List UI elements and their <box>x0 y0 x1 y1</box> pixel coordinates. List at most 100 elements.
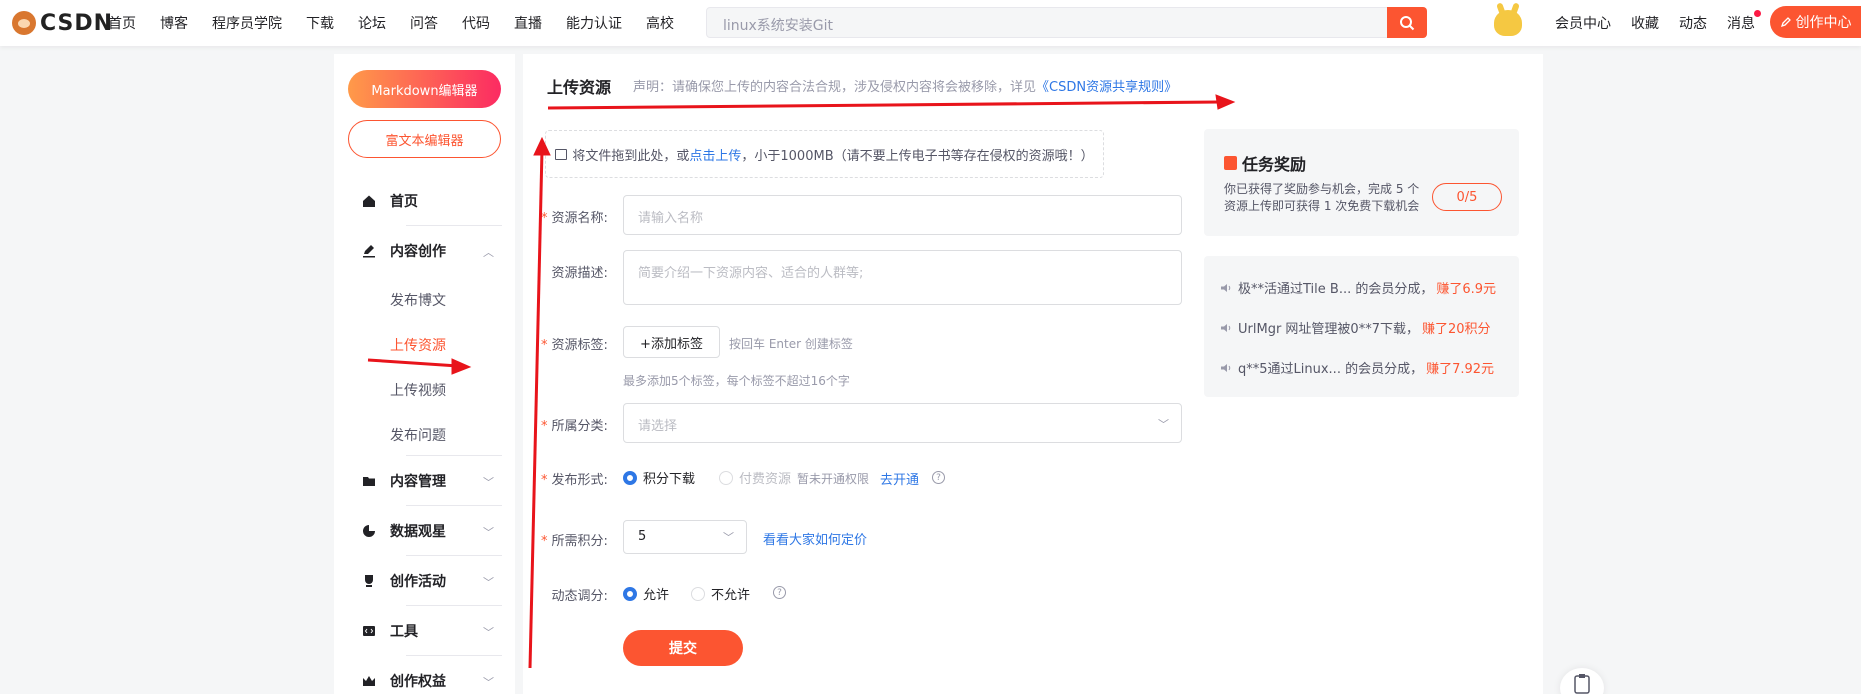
upload-icon <box>555 148 568 160</box>
nav-download[interactable]: 下载 <box>306 13 334 33</box>
nav-qa[interactable]: 问答 <box>410 13 438 33</box>
chevron-down-icon: ﹀ <box>483 676 494 689</box>
sidebar-item-content-manage[interactable]: 内容管理 ﹀ <box>362 461 502 501</box>
brand-text: CSDN <box>40 10 114 36</box>
divider <box>406 655 502 656</box>
list-item[interactable]: 极**活通过Tile B... 的会员分成， 赚了6.9元 <box>1220 278 1496 297</box>
nav-code[interactable]: 代码 <box>462 13 490 33</box>
search-icon <box>1400 15 1415 30</box>
sidebar-sub-publish-question[interactable]: 发布问题 <box>390 425 446 445</box>
avatar[interactable] <box>1494 10 1522 36</box>
radio-checked-icon <box>623 470 637 485</box>
dropzone-suffix: ，小于1000MB（请不要上传电子书等存在侵权的资源哦！） <box>741 148 1094 164</box>
sidebar-item-data-overview[interactable]: 数据观星 ﹀ <box>362 511 502 551</box>
sidebar-item-home[interactable]: 首页 <box>362 181 502 221</box>
trophy-icon <box>365 575 373 587</box>
list-item[interactable]: q**5通过Linux... 的会员分成， 赚了7.92元 <box>1220 358 1494 377</box>
nav-academy[interactable]: 程序员学院 <box>212 13 282 33</box>
points-select[interactable]: 5 ﹀ <box>623 520 747 554</box>
sidebar-item-label: 数据观星 <box>390 524 446 540</box>
dynamic-disallow-radio[interactable]: 不允许 <box>691 584 750 603</box>
nav-college[interactable]: 高校 <box>646 13 674 33</box>
activate-link[interactable]: 去开通 <box>880 469 919 488</box>
divider <box>406 555 502 556</box>
home-icon <box>363 195 375 207</box>
nav-home[interactable]: 首页 <box>108 13 136 33</box>
user-tools: 会员中心 收藏 动态 消息 <box>1555 0 1775 46</box>
code-icon <box>363 626 375 636</box>
gift-icon <box>1224 156 1237 170</box>
notice-prefix: 声明：请确保您上传的内容合法合规，涉及侵权内容将会被移除，详见 <box>633 80 1037 95</box>
sidebar-item-create-activity[interactable]: 创作活动 ﹀ <box>362 561 502 601</box>
dropzone-prefix: 将文件拖到此处，或 <box>572 148 690 164</box>
notification-dot <box>1754 10 1761 17</box>
chevron-down-icon: ﹀ <box>1158 418 1169 431</box>
activity-link[interactable]: 动态 <box>1679 13 1707 33</box>
task-desc: 你已获得了奖励参与机会，完成 5 个资源上传即可获得 1 次免费下载机会 <box>1224 182 1420 213</box>
search-button[interactable] <box>1387 7 1427 38</box>
submit-button[interactable]: 提交 <box>623 630 743 666</box>
divider <box>406 225 502 226</box>
sidebar-item-rights[interactable]: 创作权益 ﹀ <box>362 661 502 694</box>
dynamic-allow-radio[interactable]: 允许 <box>623 584 669 603</box>
chevron-down-icon: ﹀ <box>483 476 494 489</box>
radio-icon <box>691 586 705 601</box>
nav-live[interactable]: 直播 <box>514 13 542 33</box>
publish-note: 暂未开通权限 <box>797 472 870 486</box>
task-progress-badge[interactable]: 0/5 <box>1432 183 1502 211</box>
name-placeholder: 请输入名称 <box>638 211 704 226</box>
markdown-editor-button[interactable]: Markdown编辑器 <box>348 70 501 108</box>
create-center-label: 创作中心 <box>1795 15 1852 31</box>
divider <box>406 505 502 506</box>
sidebar-sub-upload-video[interactable]: 上传视频 <box>390 380 446 400</box>
nav-forum[interactable]: 论坛 <box>358 13 386 33</box>
speaker-icon <box>1221 323 1231 332</box>
publish-points-radio[interactable]: 积分下载 <box>623 468 695 487</box>
pricing-link[interactable]: 看看大家如何定价 <box>763 529 867 548</box>
category-label: * 所属分类: <box>541 419 608 434</box>
member-center-link[interactable]: 会员中心 <box>1555 13 1611 33</box>
sidebar-item-label: 工具 <box>390 624 418 640</box>
file-dropzone[interactable]: 将文件拖到此处，或 点击上传 ，小于1000MB（请不要上传电子书等存在侵权的资源哦… <box>545 130 1104 178</box>
search-input[interactable]: linux系统安装Git <box>706 7 1394 38</box>
radio-icon <box>719 470 733 485</box>
help-icon[interactable]: ? <box>773 586 786 599</box>
csdn-logo[interactable]: CSDN <box>12 10 113 36</box>
nav-blog[interactable]: 博客 <box>160 13 188 33</box>
favorites-link[interactable]: 收藏 <box>1631 13 1659 33</box>
sidebar-item-content-create[interactable]: 内容创作 ︿ <box>362 231 502 271</box>
messages-link[interactable]: 消息 <box>1727 10 1761 33</box>
speaker-icon <box>1221 363 1231 372</box>
resource-desc-textarea[interactable]: 简要介绍一下资源内容、适合的人群等; <box>623 250 1182 305</box>
create-center-button[interactable]: 创作中心 <box>1770 6 1861 38</box>
sidebar-item-tools[interactable]: 工具 ﹀ <box>362 611 502 651</box>
resource-name-input[interactable]: 请输入名称 <box>623 195 1182 235</box>
divider <box>406 455 502 456</box>
sidebar-sub-upload-resource[interactable]: 上传资源 <box>390 335 446 355</box>
category-select[interactable]: 请选择 ﹀ <box>623 403 1182 443</box>
list-item[interactable]: UrlMgr 网址管理被0**7下载， 赚了20积分 <box>1220 318 1491 337</box>
nav-certification[interactable]: 能力认证 <box>566 13 622 33</box>
click-upload-link[interactable]: 点击上传 <box>689 145 741 164</box>
sidebar-item-label: 创作活动 <box>390 574 446 590</box>
name-label: * 资源名称: <box>541 211 608 226</box>
pen-icon <box>1780 17 1791 28</box>
share-rules-link[interactable]: 《CSDN资源共享规则》 <box>1036 80 1177 95</box>
help-icon[interactable]: ? <box>932 471 945 484</box>
search-placeholder: linux系统安装Git <box>723 18 834 34</box>
earnings-feed: 极**活通过Tile B... 的会员分成， 赚了6.9元 UrlMgr 网址管理… <box>1204 256 1519 397</box>
chevron-down-icon: ﹀ <box>723 531 734 544</box>
mascot-icon <box>12 11 36 35</box>
messages-label: 消息 <box>1727 16 1755 32</box>
edit-icon <box>363 245 375 258</box>
divider <box>406 605 502 606</box>
clipboard-float-button[interactable] <box>1560 668 1604 694</box>
publish-paid-radio[interactable]: 付费资源 <box>719 468 791 487</box>
richtext-editor-button[interactable]: 富文本编辑器 <box>348 120 501 158</box>
sidebar-item-label: 首页 <box>390 194 418 210</box>
category-placeholder: 请选择 <box>638 419 678 434</box>
sidebar-item-label: 内容管理 <box>390 474 446 490</box>
sidebar-item-label: 创作权益 <box>390 674 446 690</box>
sidebar-sub-publish-blog[interactable]: 发布博文 <box>390 290 446 310</box>
add-tag-button[interactable]: +添加标签 <box>623 326 720 358</box>
